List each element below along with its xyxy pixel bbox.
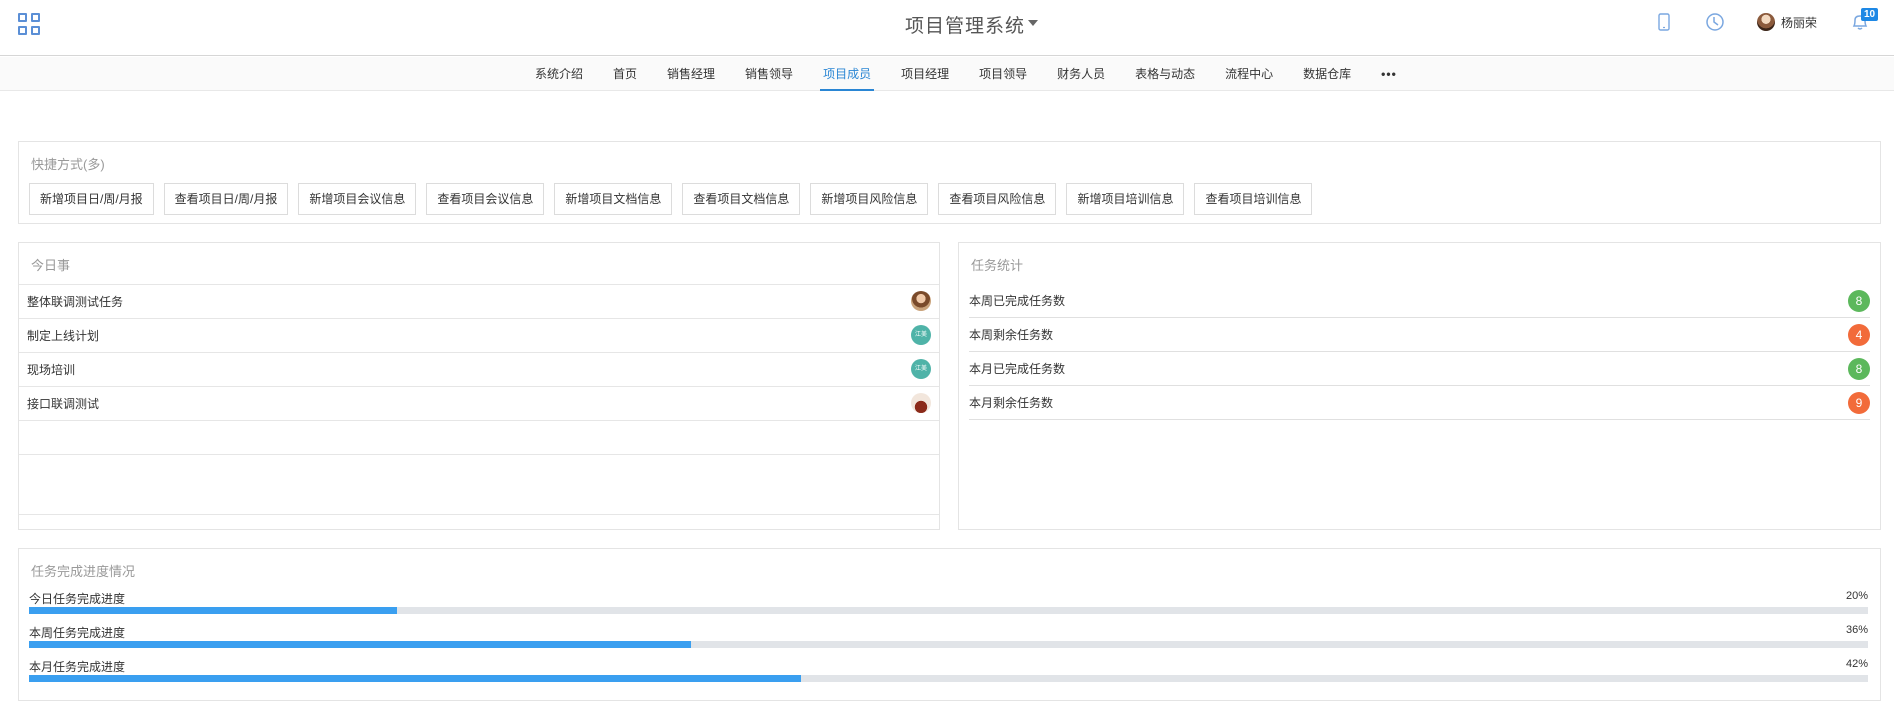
- progress-fill: [29, 607, 397, 614]
- nav-item-intro[interactable]: 系统介绍: [520, 57, 598, 91]
- list-item[interactable]: 现场培训 江美: [19, 352, 939, 386]
- stat-count-badge: 9: [1848, 392, 1870, 414]
- stat-label: 本月已完成任务数: [969, 362, 1066, 376]
- view-document-button[interactable]: 查看项目文档信息: [682, 183, 801, 215]
- list-item[interactable]: 制定上线计划 江美: [19, 318, 939, 352]
- nav-item-data-warehouse[interactable]: 数据仓库: [1288, 57, 1366, 91]
- nav-item-process-center[interactable]: 流程中心: [1210, 57, 1288, 91]
- progress-track: [29, 641, 1868, 648]
- stat-count-badge: 8: [1848, 290, 1870, 312]
- progress-percent: 42%: [1845, 658, 1868, 670]
- panel-title: 今日事: [31, 258, 71, 273]
- stat-label: 本月剩余任务数: [969, 396, 1054, 410]
- chevron-down-icon[interactable]: [1028, 20, 1038, 26]
- view-training-button[interactable]: 查看项目培训信息: [1194, 183, 1313, 215]
- apps-grid-icon[interactable]: [18, 13, 40, 35]
- avatar: 江美: [911, 359, 931, 379]
- notification-badge: 10: [1861, 8, 1879, 21]
- task-progress-panel: 任务完成进度情况 今日任务完成进度 20% 本周任务完成进度 36% 本月任务完…: [18, 548, 1881, 701]
- stat-row[interactable]: 本月剩余任务数 9: [969, 386, 1870, 420]
- user-menu[interactable]: 杨丽荣: [1757, 0, 1847, 44]
- mobile-icon[interactable]: [1658, 0, 1672, 44]
- progress-fill: [29, 675, 802, 682]
- more-icon[interactable]: •••: [1366, 57, 1412, 91]
- panel-title: 快捷方式(多): [31, 157, 105, 172]
- stat-row[interactable]: 本周已完成任务数 8: [969, 284, 1870, 318]
- list-divider: [19, 514, 939, 515]
- progress-percent: 36%: [1845, 624, 1868, 636]
- add-document-button[interactable]: 新增项目文档信息: [554, 183, 673, 215]
- progress-fill: [29, 641, 692, 648]
- view-report-button[interactable]: 查看项目日/周/月报: [163, 183, 289, 215]
- nav-item-sales-leader[interactable]: 销售领导: [730, 57, 808, 91]
- clock-icon[interactable]: [1705, 0, 1727, 44]
- nav-item-project-leader[interactable]: 项目领导: [964, 57, 1042, 91]
- progress-track: [29, 607, 1868, 614]
- stat-count-badge: 4: [1848, 324, 1870, 346]
- top-header: 项目管理系统 杨丽荣 10: [0, 0, 1894, 56]
- today-tasks-panel: 今日事 整体联调测试任务 制定上线计划 江美 现场培训 江美 接口联调测试: [18, 242, 940, 530]
- panel-title: 任务统计: [971, 258, 1024, 273]
- progress-item: 今日任务完成进度 20%: [29, 590, 1868, 624]
- progress-track: [29, 675, 1868, 682]
- user-name: 杨丽荣: [1781, 15, 1818, 30]
- stat-label: 本周已完成任务数: [969, 294, 1066, 308]
- nav-item-project-member[interactable]: 项目成员: [808, 57, 886, 91]
- progress-label: 本月任务完成进度: [29, 660, 126, 674]
- stat-row[interactable]: 本周剩余任务数 4: [969, 318, 1870, 352]
- stat-count-badge: 8: [1848, 358, 1870, 380]
- progress-item: 本月任务完成进度 42%: [29, 658, 1868, 692]
- task-label: 接口联调测试: [27, 397, 100, 411]
- nav-item-project-manager[interactable]: 项目经理: [886, 57, 964, 91]
- list-item-empty: [19, 454, 939, 514]
- list-item[interactable]: 接口联调测试: [19, 386, 939, 420]
- add-training-button[interactable]: 新增项目培训信息: [1066, 183, 1185, 215]
- list-item[interactable]: 整体联调测试任务: [19, 284, 939, 318]
- task-label: 制定上线计划: [27, 329, 100, 343]
- panel-title: 任务完成进度情况: [31, 564, 136, 579]
- view-risk-button[interactable]: 查看项目风险信息: [938, 183, 1057, 215]
- stat-row[interactable]: 本月已完成任务数 8: [969, 352, 1870, 386]
- task-label: 现场培训: [27, 363, 76, 377]
- list-item-empty: [19, 420, 939, 454]
- stat-label: 本周剩余任务数: [969, 328, 1054, 342]
- nav-item-sales-manager[interactable]: 销售经理: [652, 57, 730, 91]
- add-report-button[interactable]: 新增项目日/周/月报: [29, 183, 154, 215]
- progress-label: 今日任务完成进度: [29, 592, 126, 606]
- main-nav: 系统介绍 首页 销售经理 销售领导 项目成员 项目经理 项目领导 财务人员 表格…: [0, 57, 1894, 91]
- nav-item-tables-dynamics[interactable]: 表格与动态: [1120, 57, 1210, 91]
- avatar: [911, 291, 931, 311]
- app-title[interactable]: 项目管理系统: [905, 11, 1025, 38]
- avatar: [911, 393, 931, 413]
- add-risk-button[interactable]: 新增项目风险信息: [810, 183, 929, 215]
- add-meeting-button[interactable]: 新增项目会议信息: [298, 183, 417, 215]
- bell-icon[interactable]: [1850, 0, 1894, 44]
- progress-label: 本周任务完成进度: [29, 626, 126, 640]
- quick-shortcuts-panel: 快捷方式(多) 新增项目日/周/月报 查看项目日/周/月报 新增项目会议信息 查…: [18, 141, 1881, 224]
- avatar: [1757, 13, 1775, 31]
- nav-item-finance[interactable]: 财务人员: [1042, 57, 1120, 91]
- progress-percent: 20%: [1845, 590, 1868, 602]
- task-label: 整体联调测试任务: [27, 295, 124, 309]
- avatar: 江美: [911, 325, 931, 345]
- nav-item-home[interactable]: 首页: [598, 57, 652, 91]
- progress-item: 本周任务完成进度 36%: [29, 624, 1868, 658]
- task-stats-panel: 任务统计 本周已完成任务数 8 本周剩余任务数 4 本月已完成任务数 8 本月剩…: [958, 242, 1881, 530]
- view-meeting-button[interactable]: 查看项目会议信息: [426, 183, 545, 215]
